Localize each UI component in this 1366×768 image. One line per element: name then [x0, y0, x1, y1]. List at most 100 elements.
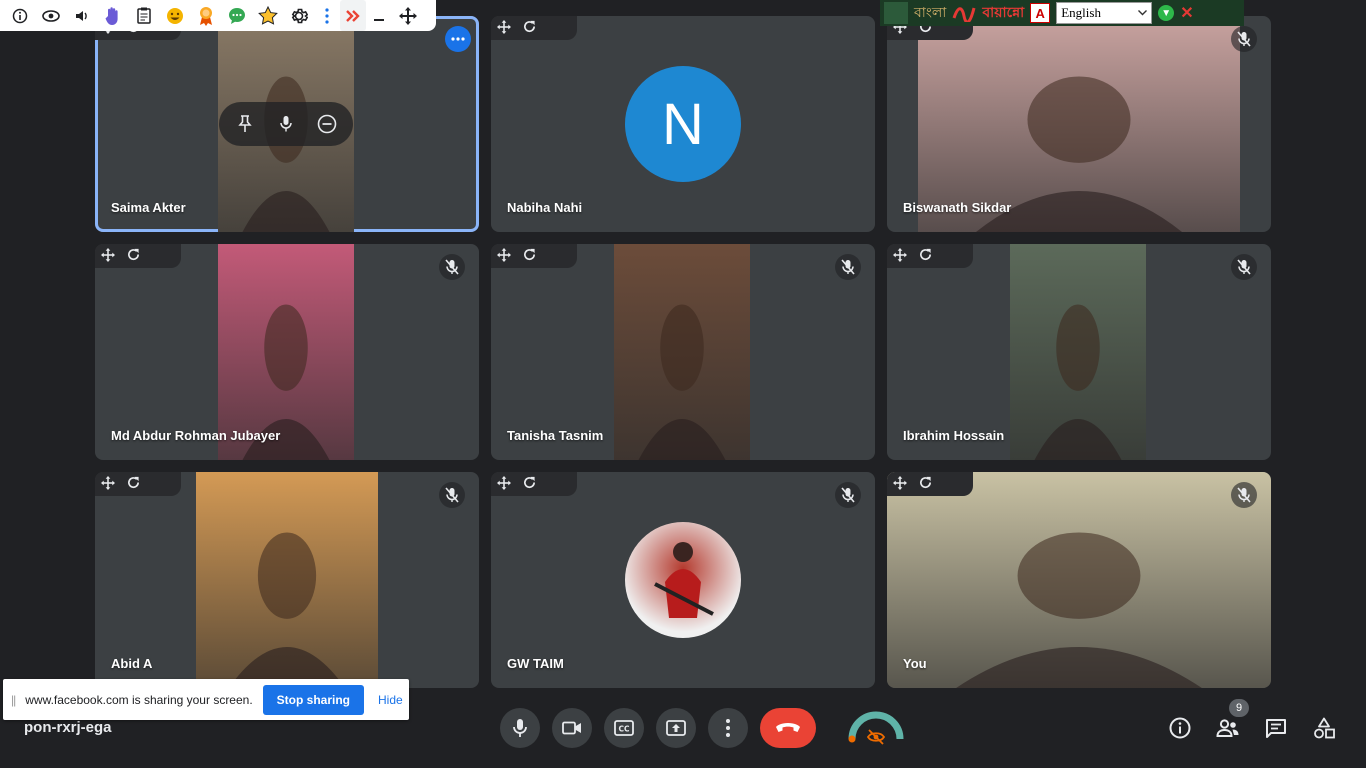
eye-off-icon — [866, 729, 886, 745]
tile-controls — [491, 16, 577, 40]
language-select[interactable]: English — [1056, 2, 1153, 24]
tile-controls — [95, 472, 181, 496]
chat-icon — [1266, 719, 1286, 738]
speaker-icon[interactable] — [66, 0, 97, 31]
mic-off-icon — [439, 482, 465, 508]
bangla-label[interactable]: বাংলা — [914, 1, 946, 25]
award-icon[interactable] — [190, 0, 221, 31]
camera-button[interactable] — [552, 708, 592, 748]
clipboard-icon[interactable] — [128, 0, 159, 31]
tile-controls — [887, 472, 973, 496]
emoji-icon[interactable] — [159, 0, 190, 31]
leave-call-button[interactable] — [760, 708, 816, 748]
people-icon — [1216, 719, 1239, 737]
svg-text:CC: CC — [618, 725, 630, 734]
tile-controls — [887, 244, 973, 268]
participant-name: You — [903, 656, 927, 671]
move-icon[interactable] — [497, 475, 511, 493]
move-icon[interactable] — [497, 247, 511, 265]
chat-button[interactable] — [1259, 711, 1293, 745]
participant-tile[interactable]: Ibrahim Hossain — [887, 244, 1271, 460]
minimize-icon[interactable] — [366, 0, 392, 31]
refresh-icon[interactable] — [127, 248, 140, 264]
refresh-icon[interactable] — [523, 248, 536, 264]
microphone-button[interactable] — [500, 708, 540, 748]
mic-off-icon — [1231, 482, 1257, 508]
move-icon[interactable] — [893, 475, 907, 493]
participant-name: Md Abdur Rohman Jubayer — [111, 428, 281, 443]
present-screen-button[interactable] — [656, 708, 696, 748]
participant-video — [614, 244, 750, 460]
participant-tile[interactable]: GW TAIM — [491, 472, 875, 688]
remove-icon[interactable] — [311, 108, 343, 140]
mic-off-icon — [439, 254, 465, 280]
extension-gauge-icon[interactable] — [846, 703, 906, 751]
language-select-value: English — [1061, 5, 1101, 20]
tile-hover-controls — [219, 102, 353, 146]
move-icon[interactable] — [101, 475, 115, 493]
refresh-icon[interactable] — [523, 476, 536, 492]
more-vert-icon — [726, 719, 730, 737]
participant-name: GW TAIM — [507, 656, 564, 671]
microphone-icon — [513, 719, 527, 737]
meeting-details-button[interactable] — [1163, 711, 1197, 745]
activities-icon — [1314, 717, 1335, 739]
captions-icon: CC — [614, 720, 634, 736]
participant-tile[interactable]: Biswanath Sikdar — [887, 16, 1271, 232]
present-icon — [666, 720, 686, 736]
participant-name: Ibrahim Hossain — [903, 428, 1005, 443]
move-icon[interactable] — [497, 19, 511, 37]
refresh-icon[interactable] — [919, 248, 932, 264]
pin-icon[interactable] — [229, 108, 261, 140]
info-icon[interactable] — [4, 0, 35, 31]
eye-icon[interactable] — [35, 0, 66, 31]
avro-icon — [952, 7, 976, 22]
participant-name: Abid A — [111, 656, 153, 671]
participant-tile[interactable]: Saima Akter — [95, 16, 479, 232]
more-options-button[interactable] — [708, 708, 748, 748]
extension-toolbar — [0, 0, 436, 31]
mic-off-icon — [1231, 254, 1257, 280]
more-options-icon[interactable] — [445, 26, 471, 52]
hand-icon[interactable] — [97, 0, 128, 31]
ime-logo-icon[interactable] — [884, 2, 908, 24]
refresh-icon[interactable] — [523, 20, 536, 36]
refresh-icon[interactable] — [919, 476, 932, 492]
refresh-icon[interactable] — [127, 476, 140, 492]
chat-bubble-icon[interactable] — [221, 0, 252, 31]
hide-button[interactable]: Hide — [378, 693, 403, 707]
double-chevron-icon[interactable] — [340, 0, 366, 31]
mic-off-icon — [835, 482, 861, 508]
move-icon[interactable] — [893, 247, 907, 265]
screen-share-notice: || www.facebook.com is sharing your scre… — [3, 679, 409, 720]
participant-tile[interactable]: N Nabiha Nahi — [491, 16, 875, 232]
download-icon[interactable]: ▼ — [1158, 5, 1175, 21]
drag-handle-icon[interactable]: || — [11, 693, 16, 707]
stop-sharing-button[interactable]: Stop sharing — [262, 684, 365, 715]
star-icon[interactable] — [252, 0, 283, 31]
participant-video — [887, 472, 1271, 688]
participant-name: Nabiha Nahi — [507, 200, 583, 215]
gear-icon[interactable] — [283, 0, 314, 31]
captions-button[interactable]: CC — [604, 708, 644, 748]
activities-button[interactable] — [1307, 711, 1341, 745]
mic-off-icon — [1231, 26, 1257, 52]
kebab-icon[interactable] — [314, 0, 340, 31]
tile-controls — [491, 472, 577, 496]
close-icon[interactable]: ✕ — [1180, 3, 1193, 23]
share-message: www.facebook.com is sharing your screen. — [25, 692, 253, 707]
participant-tile[interactable]: You — [887, 472, 1271, 688]
microphone-icon[interactable] — [270, 108, 302, 140]
participant-video — [196, 472, 378, 688]
avro-label[interactable]: বায়ান্নো — [982, 1, 1024, 25]
move-icon[interactable] — [101, 247, 115, 265]
participant-video — [1010, 244, 1146, 460]
tile-controls — [491, 244, 577, 268]
participant-name: Tanisha Tasnim — [507, 428, 604, 443]
participant-tile[interactable]: Tanisha Tasnim — [491, 244, 875, 460]
move-icon[interactable] — [392, 0, 423, 31]
acrobat-icon[interactable]: A — [1030, 3, 1051, 23]
participant-tile[interactable]: Md Abdur Rohman Jubayer — [95, 244, 479, 460]
info-icon — [1169, 717, 1191, 739]
participant-tile[interactable]: Abid A — [95, 472, 479, 688]
